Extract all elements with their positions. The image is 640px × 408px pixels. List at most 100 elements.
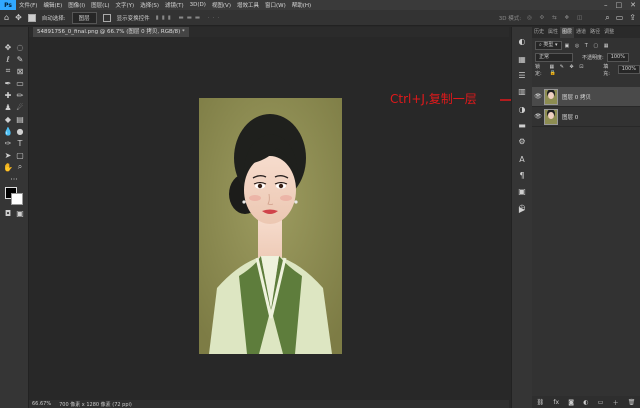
layer-kind-filter[interactable]: ⌕ 类型 ▾ [535, 41, 562, 50]
brush-tool-icon[interactable]: ✏ [14, 89, 26, 101]
maximize-icon[interactable]: □ [616, 1, 623, 9]
more-tools-icon[interactable]: ··· [8, 173, 20, 185]
quick-mask-icon[interactable]: ◘ [2, 207, 14, 219]
blur-tool-icon[interactable]: 💧 [2, 125, 14, 137]
zoom-level[interactable]: 66.67% [32, 401, 51, 407]
properties-panel-icon[interactable]: ⚙ [516, 135, 528, 147]
search-icon[interactable]: ⌕ [605, 13, 609, 23]
menu-select[interactable]: 选择(S) [137, 1, 162, 9]
character-panel-icon[interactable]: A [516, 153, 528, 165]
eye-icon[interactable]: 👁 [532, 113, 544, 120]
actions-panel-icon[interactable]: ◷ [516, 201, 528, 213]
workspace-icon[interactable]: ▭ [616, 13, 624, 22]
healing-brush-icon[interactable]: ✚ [2, 89, 14, 101]
tab-properties[interactable]: 属性 [546, 27, 560, 38]
paragraph-panel-icon[interactable]: ¶ [516, 169, 528, 181]
menu-window[interactable]: 窗口(W) [262, 1, 289, 9]
new-layer-icon[interactable]: ＋ [613, 398, 619, 407]
type-tool-icon[interactable]: T [14, 137, 26, 149]
layer-thumbnail [544, 88, 558, 105]
align-icons[interactable]: ▮▮▮ ▬▬▬ ··· [156, 15, 222, 21]
lock-label: 锁定: [535, 63, 542, 77]
auto-select-checkbox[interactable] [27, 13, 36, 22]
hand-tool-icon[interactable]: ✋ [2, 161, 14, 173]
dodge-tool-icon[interactable]: ● [14, 125, 26, 137]
menu-filter[interactable]: 滤镜(T) [162, 1, 187, 9]
document-tab[interactable]: 54891756_0_final.png @ 66.7% (图层 0 拷贝, R… [33, 27, 189, 37]
blend-mode-dropdown[interactable]: 正常 [535, 53, 573, 62]
zoom-tool-icon[interactable]: ⌕ [14, 161, 26, 173]
background-color-swatch[interactable] [11, 193, 23, 205]
menu-file[interactable]: 文件(F) [16, 1, 40, 9]
add-mask-icon[interactable]: ◙ [568, 399, 574, 406]
tools-panel: ✥ ◌ ℓ ✎ ⌗ ⊠ ✒ ▭ ✚ ✏ ♟ ☄ ◆ ▤ 💧 ● ✑ T ➤ ▢ … [0, 27, 29, 408]
history-brush-icon[interactable]: ☄ [14, 101, 26, 113]
layer-filter-row: ⌕ 类型 ▾ ▣ ◎ T ▢ ▦ [532, 40, 640, 51]
menu-layer[interactable]: 图层(L) [88, 1, 112, 9]
layer-row[interactable]: 👁 图层 0 拷贝 [532, 87, 640, 107]
close-icon[interactable]: ✕ [630, 1, 636, 9]
eraser-tool-icon[interactable]: ◆ [2, 113, 14, 125]
menu-plugins[interactable]: 增效工具 [234, 1, 262, 9]
screen-mode-icon[interactable]: ▣ [14, 207, 26, 219]
frame-tool-icon[interactable]: ⊠ [14, 65, 26, 77]
panel-icon-strip: ◐ ▦ ☰ ▥ ◑ ▬ ⚙ A ¶ ▣ ▶ ◷ ◷ [511, 27, 533, 408]
gradient-tool-icon[interactable]: ▤ [14, 113, 26, 125]
tab-adjustments[interactable]: 调整 [602, 27, 616, 38]
menu-type[interactable]: 文字(Y) [113, 1, 138, 9]
marquee-tool-icon[interactable]: ◌ [14, 41, 26, 53]
fx-icon[interactable]: fx [553, 399, 559, 406]
move-tool-icon[interactable]: ✥ [15, 13, 22, 22]
menu-help[interactable]: 帮助(H) [289, 1, 314, 9]
libraries-panel-icon[interactable]: ▥ [516, 85, 528, 97]
paths-panel-icon[interactable]: ▬ [516, 119, 528, 131]
eyedropper-icon[interactable]: ✒ [2, 77, 14, 89]
minimize-icon[interactable]: – [604, 1, 608, 9]
3d-mode-icons[interactable]: ◎ ✣ ⇆ ❖ ◫ [527, 15, 585, 21]
pen-tool-icon[interactable]: ✑ [2, 137, 14, 149]
ruler-icon[interactable]: ▭ [14, 77, 26, 89]
share-icon[interactable]: ⇪ [629, 13, 636, 22]
group-icon[interactable]: ▭ [598, 399, 604, 406]
adjustments-panel-icon[interactable]: ☰ [516, 69, 528, 81]
tab-layers[interactable]: 图层 [560, 27, 575, 38]
auto-select-dropdown[interactable]: 图层 [71, 11, 97, 24]
menu-3d[interactable]: 3D(D) [187, 2, 209, 8]
opacity-input[interactable]: 100% [606, 53, 629, 62]
path-select-icon[interactable]: ➤ [2, 149, 14, 161]
tab-history[interactable]: 历史 [532, 27, 546, 38]
annotation-text: Ctrl+J,复制一层 [390, 92, 477, 106]
show-transform-checkbox[interactable] [102, 13, 111, 22]
menu-image[interactable]: 图像(I) [65, 1, 88, 9]
glyphs-panel-icon[interactable]: ▣ [516, 185, 528, 197]
layer-row[interactable]: 👁 图层 0 [532, 107, 640, 127]
menu-edit[interactable]: 编辑(E) [40, 1, 65, 9]
opacity-label: 不透明度: [582, 55, 604, 61]
blend-row: 正常 不透明度: 100% [532, 52, 640, 63]
lasso-tool-icon[interactable]: ℓ [2, 53, 14, 65]
color-panel-icon[interactable]: ◐ [516, 35, 528, 47]
mode-3d-label: 3D 模式: [498, 15, 522, 22]
filter-icons[interactable]: ▣ ◎ T ▢ ▦ [565, 43, 611, 49]
channels-panel-icon[interactable]: ◑ [516, 103, 528, 115]
fill-input[interactable]: 100% [617, 65, 640, 74]
tab-paths[interactable]: 路径 [588, 27, 602, 38]
menubar: Ps 文件(F) 编辑(E) 图像(I) 图层(L) 文字(Y) 选择(S) 滤… [0, 0, 640, 10]
home-icon[interactable]: ⌂ [4, 13, 9, 22]
move-tool-icon[interactable]: ✥ [2, 41, 14, 53]
delete-layer-icon[interactable]: 🗑 [628, 399, 636, 406]
swatches-panel-icon[interactable]: ▦ [516, 53, 528, 65]
menu-view[interactable]: 视图(V) [209, 1, 234, 9]
stamp-tool-icon[interactable]: ♟ [2, 101, 14, 113]
lock-icons[interactable]: ▦ ✎ ✥ ⊡ 🔒 [549, 64, 596, 76]
status-bar: 66.67% 700 像素 x 1280 像素 (72 ppi) [29, 400, 509, 408]
adjustment-layer-icon[interactable]: ◐ [583, 399, 588, 406]
crop-tool-icon[interactable]: ⌗ [2, 65, 14, 77]
layers-panel-footer: ⛓ fx ◙ ◐ ▭ ＋ 🗑 [532, 396, 640, 408]
quick-select-icon[interactable]: ✎ [14, 53, 26, 65]
document-size: 700 像素 x 1280 像素 (72 ppi) [59, 401, 132, 408]
tab-channels[interactable]: 通道 [574, 27, 588, 38]
shape-tool-icon[interactable]: ▢ [14, 149, 26, 161]
link-layers-icon[interactable]: ⛓ [537, 399, 545, 406]
eye-icon[interactable]: 👁 [532, 93, 544, 100]
